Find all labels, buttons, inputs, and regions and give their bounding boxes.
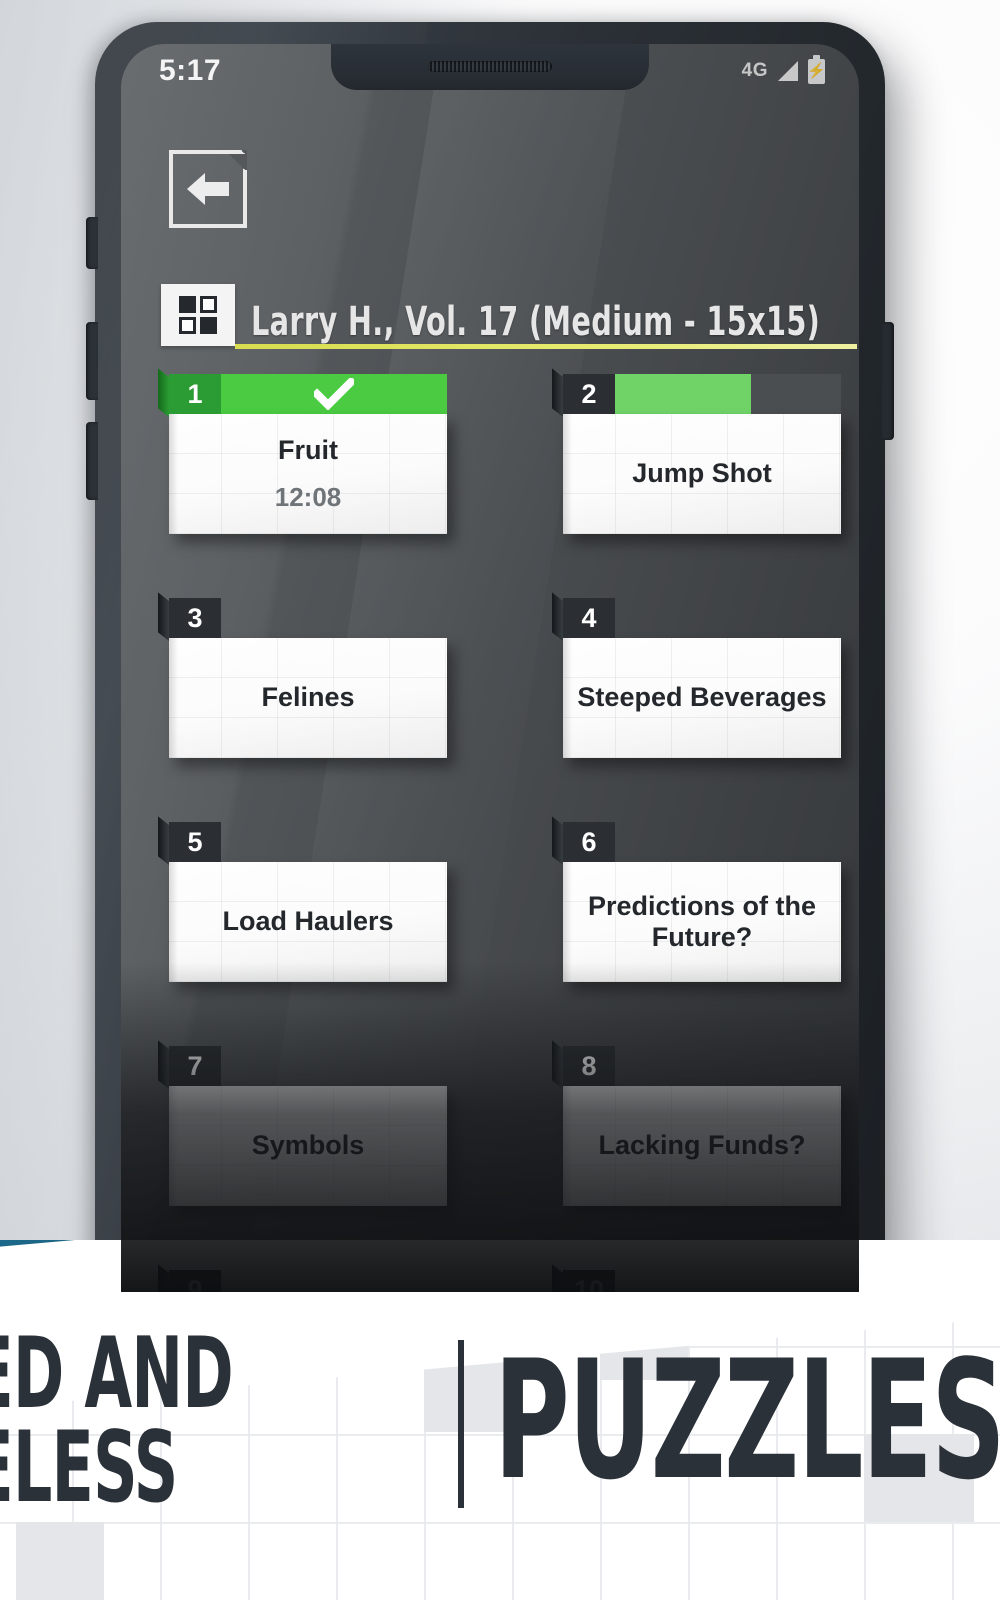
puzzle-title: Symbols xyxy=(251,1130,365,1161)
puzzle-card-body[interactable]: Symbols xyxy=(169,1086,447,1206)
puzzle-card[interactable]: 3 Felines xyxy=(158,592,447,758)
puzzle-card-body[interactable]: Fruit 12:08 xyxy=(169,414,447,534)
puzzle-card[interactable]: 4 Steeped Beverages xyxy=(552,592,841,758)
banner-line-3: PUZZLES xyxy=(494,1324,1000,1516)
puzzle-title: Jump Shot xyxy=(632,458,772,489)
banner-headline: THEMED AND THEMELESS PUZZLES xyxy=(0,1296,1000,1546)
puzzle-time: 12:08 xyxy=(274,482,342,513)
puzzle-card-body[interactable]: Steeped Beverages xyxy=(563,638,841,758)
progress-bar xyxy=(615,374,841,414)
crossword-grid-icon xyxy=(161,284,235,346)
puzzle-card-body[interactable]: Load Haulers xyxy=(169,862,447,982)
puzzle-list: 1 Fruit 12:08 2 Jump Shot 3 Felines 4 St… xyxy=(158,368,841,1292)
puzzle-progress-header: 3 xyxy=(169,598,447,638)
back-button[interactable] xyxy=(169,150,247,228)
page-title: Larry H., Vol. 17 (Medium - 15x15) xyxy=(251,299,821,345)
puzzle-card-body[interactable]: Felines xyxy=(169,638,447,758)
progress-bar xyxy=(221,822,447,862)
puzzle-card[interactable]: 7 Symbols xyxy=(158,1040,447,1206)
puzzle-progress-header: 7 xyxy=(169,1046,447,1086)
signal-bars-icon xyxy=(778,61,798,81)
puzzle-number: 10 xyxy=(563,1270,615,1292)
progress-bar xyxy=(615,822,841,862)
puzzle-card[interactable]: 6 Predictions of the Future? xyxy=(552,816,841,982)
puzzle-progress-header: 2 xyxy=(563,374,841,414)
puzzle-card-body[interactable]: Lacking Funds? xyxy=(563,1086,841,1206)
network-type-label: 4G xyxy=(741,60,768,81)
power-button xyxy=(882,322,894,440)
puzzle-card-body[interactable]: Predictions of the Future? xyxy=(563,862,841,982)
puzzle-title: Steeped Beverages xyxy=(577,682,827,713)
phone-mockup: 5:17 4G ⚡ Larry H., Vol. 17 (Medium - 15… xyxy=(86,22,894,1292)
volume-down-button xyxy=(86,422,98,500)
puzzle-progress-header: 6 xyxy=(563,822,841,862)
progress-bar xyxy=(221,598,447,638)
puzzle-title: Load Haulers xyxy=(222,906,394,937)
puzzle-progress-header: 8 xyxy=(563,1046,841,1086)
status-bar: 5:17 4G ⚡ xyxy=(121,44,859,92)
banner-divider xyxy=(458,1340,465,1508)
puzzle-number: 8 xyxy=(563,1046,615,1086)
puzzle-card[interactable]: 2 Jump Shot xyxy=(552,368,841,534)
puzzle-number: 1 xyxy=(169,374,221,414)
puzzle-card-body[interactable]: Jump Shot xyxy=(563,414,841,534)
card-edge xyxy=(552,592,563,641)
progress-bar xyxy=(221,1046,447,1086)
phone-button-top xyxy=(86,217,98,269)
puzzle-number: 2 xyxy=(563,374,615,414)
banner-line-2: THEMELESS xyxy=(0,1411,178,1525)
puzzle-title: Felines xyxy=(261,682,355,713)
puzzle-card[interactable]: 1 Fruit 12:08 xyxy=(158,368,447,534)
page-corner-fold-icon xyxy=(227,150,247,170)
puzzle-title: Lacking Funds? xyxy=(598,1130,806,1161)
promo-banner: THEMED AND THEMELESS PUZZLES xyxy=(0,1240,1000,1600)
card-edge xyxy=(552,368,563,417)
card-edge xyxy=(158,816,169,865)
progress-bar xyxy=(221,374,447,414)
progress-bar-fill xyxy=(615,374,751,414)
puzzle-progress-header: 1 xyxy=(169,374,447,414)
phone-screen: 5:17 4G ⚡ Larry H., Vol. 17 (Medium - 15… xyxy=(121,44,859,1292)
card-edge xyxy=(552,1040,563,1089)
puzzle-progress-header: 5 xyxy=(169,822,447,862)
title-underline xyxy=(235,344,857,349)
puzzle-card[interactable]: 8 Lacking Funds? xyxy=(552,1040,841,1206)
puzzle-title: Predictions of the Future? xyxy=(587,890,817,952)
status-indicators: 4G ⚡ xyxy=(741,54,826,84)
status-clock: 5:17 xyxy=(159,54,222,87)
grid-icon-cells xyxy=(179,296,217,334)
puzzle-number: 4 xyxy=(563,598,615,638)
card-edge xyxy=(158,592,169,641)
puzzle-number: 7 xyxy=(169,1046,221,1086)
battery-charging-icon: ⚡ xyxy=(807,54,826,84)
puzzle-number: 9 xyxy=(169,1270,221,1292)
banner-line-1: THEMED AND xyxy=(0,1316,233,1431)
volume-up-button xyxy=(86,322,98,400)
puzzle-set-header: Larry H., Vol. 17 (Medium - 15x15) xyxy=(161,280,857,346)
card-edge xyxy=(158,368,169,417)
back-arrow-icon xyxy=(187,173,229,205)
card-edge xyxy=(158,1040,169,1089)
puzzle-number: 3 xyxy=(169,598,221,638)
puzzle-number: 6 xyxy=(563,822,615,862)
card-edge xyxy=(552,816,563,865)
progress-bar xyxy=(615,598,841,638)
app-content: Larry H., Vol. 17 (Medium - 15x15) 1 Fru… xyxy=(121,92,859,1292)
puzzle-number: 5 xyxy=(169,822,221,862)
charging-bolt-icon: ⚡ xyxy=(807,62,826,80)
puzzle-progress-header: 4 xyxy=(563,598,841,638)
progress-bar xyxy=(615,1046,841,1086)
banner-headline-left: THEMED AND THEMELESS xyxy=(0,1316,428,1525)
puzzle-title: Fruit xyxy=(278,434,338,465)
completed-check-icon xyxy=(314,378,354,410)
puzzle-card[interactable]: 5 Load Haulers xyxy=(158,816,447,982)
